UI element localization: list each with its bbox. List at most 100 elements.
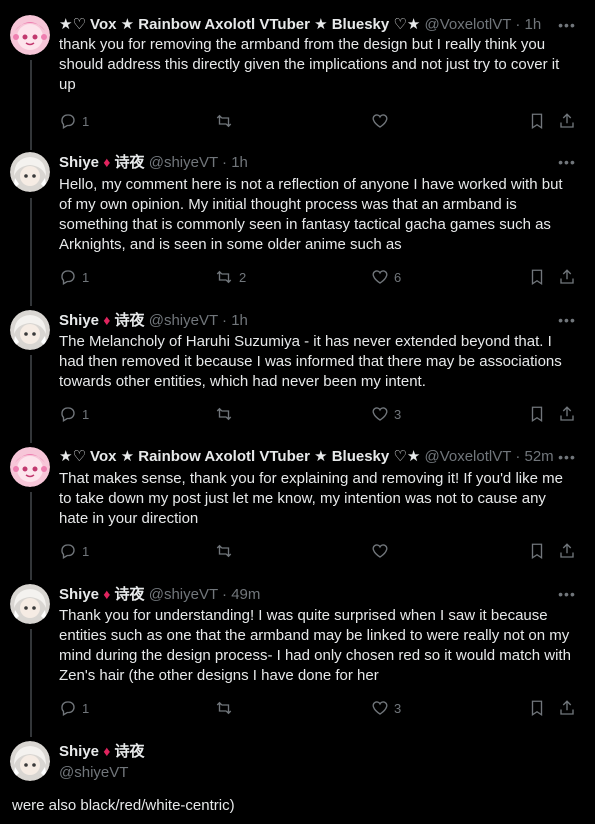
thread-line: [30, 60, 32, 150]
avatar[interactable]: [10, 584, 50, 624]
retweet-button[interactable]: [214, 541, 239, 561]
retweet-count: 2: [239, 269, 247, 285]
display-name[interactable]: Shiye ♦ 诗夜: [59, 743, 145, 760]
like-button[interactable]: [371, 111, 394, 131]
heart-icon: [372, 544, 388, 558]
tweet-text: Thank you for understanding! I was quite…: [59, 607, 571, 684]
tweet-actions: 1 2 6: [59, 267, 581, 287]
more-options-icon[interactable]: •••: [557, 152, 577, 172]
reply-icon: [61, 544, 75, 559]
diamond-icon: ♦: [103, 154, 111, 170]
user-handle[interactable]: @shiyeVT: [59, 763, 128, 783]
display-name[interactable]: Shiye ♦ 诗夜: [59, 154, 145, 171]
retweet-button[interactable]: [214, 698, 239, 718]
reply-button[interactable]: 1: [59, 404, 89, 424]
more-options-icon[interactable]: •••: [557, 447, 577, 467]
reply-icon: [61, 114, 75, 129]
bookmark-button[interactable]: [528, 698, 546, 718]
timestamp[interactable]: 1h: [231, 312, 248, 329]
avatar[interactable]: [10, 741, 50, 781]
avatar[interactable]: [10, 15, 50, 55]
retweet-icon: [216, 114, 232, 128]
bookmark-icon: [531, 113, 543, 130]
tweet-actions: 1: [59, 541, 581, 561]
user-handle[interactable]: @VoxelotlVT: [424, 448, 511, 465]
retweet-button[interactable]: [214, 404, 239, 424]
tweet-header: ★♡ Vox ★ Rainbow Axolotl VTuber ★ Bluesk…: [59, 15, 555, 35]
reply-count: 1: [82, 406, 90, 422]
reply-count: 1: [82, 543, 90, 559]
display-name[interactable]: Shiye ♦ 诗夜: [59, 586, 145, 603]
more-options-icon[interactable]: •••: [557, 15, 577, 35]
display-name[interactable]: ★♡ Vox ★ Rainbow Axolotl VTuber ★ Bluesk…: [59, 16, 420, 33]
tweet-header: ★♡ Vox ★ Rainbow Axolotl VTuber ★ Bluesk…: [59, 447, 555, 467]
heart-icon: [372, 270, 388, 284]
share-button[interactable]: [558, 267, 576, 287]
thread-line: [30, 198, 32, 306]
timestamp[interactable]: 49m: [231, 586, 260, 603]
bookmark-button[interactable]: [528, 111, 546, 131]
timestamp[interactable]: 52m: [524, 448, 553, 465]
reply-button[interactable]: 1: [59, 267, 89, 287]
reply-button[interactable]: 1: [59, 698, 89, 718]
bookmark-button[interactable]: [528, 404, 546, 424]
thread-line: [30, 629, 32, 737]
tweet-actions: 1 3: [59, 698, 581, 718]
like-button[interactable]: 3: [371, 404, 401, 424]
tweet-actions: 1 3: [59, 404, 581, 424]
reply-count: 1: [82, 700, 90, 716]
retweet-button[interactable]: [214, 111, 239, 131]
user-handle[interactable]: @shiyeVT: [149, 586, 218, 603]
more-options-icon[interactable]: •••: [557, 584, 577, 604]
like-button[interactable]: 6: [371, 267, 401, 287]
user-handle[interactable]: @shiyeVT: [149, 154, 218, 171]
share-icon: [560, 543, 574, 558]
timestamp[interactable]: 1h: [231, 154, 248, 171]
reply-button[interactable]: 1: [59, 541, 89, 561]
share-button[interactable]: [558, 698, 576, 718]
diamond-icon: ♦: [103, 743, 111, 759]
reply-count: 1: [82, 269, 90, 285]
avatar[interactable]: [10, 447, 50, 487]
display-name[interactable]: ★♡ Vox ★ Rainbow Axolotl VTuber ★ Bluesk…: [59, 448, 420, 465]
bookmark-icon: [531, 406, 543, 423]
thread-line: [30, 355, 32, 443]
share-icon: [560, 700, 574, 715]
like-count: 3: [394, 406, 402, 422]
tweet-text: thank you for removing the armband from …: [59, 36, 560, 93]
bookmark-icon: [531, 269, 543, 286]
share-button[interactable]: [558, 404, 576, 424]
heart-icon: [372, 701, 388, 715]
share-button[interactable]: [558, 541, 576, 561]
reply-icon: [61, 407, 75, 422]
timestamp[interactable]: 1h: [524, 16, 541, 33]
bookmark-button[interactable]: [528, 541, 546, 561]
like-count: 6: [394, 269, 402, 285]
avatar[interactable]: [10, 152, 50, 192]
more-options-icon[interactable]: •••: [557, 310, 577, 330]
tweet-text: That makes sense, thank you for explaini…: [59, 470, 563, 527]
avatar[interactable]: [10, 310, 50, 350]
like-button[interactable]: [371, 541, 394, 561]
retweet-button[interactable]: 2: [214, 267, 246, 287]
heart-icon: [372, 114, 388, 128]
like-button[interactable]: 3: [371, 698, 401, 718]
thread-line: [30, 492, 32, 580]
share-icon: [560, 269, 574, 284]
diamond-icon: ♦: [103, 312, 111, 328]
user-handle[interactable]: @VoxelotlVT: [424, 16, 511, 33]
display-name[interactable]: Shiye ♦ 诗夜: [59, 312, 145, 329]
share-button[interactable]: [558, 111, 576, 131]
retweet-icon: [216, 701, 232, 715]
bookmark-button[interactable]: [528, 267, 546, 287]
diamond-icon: ♦: [103, 586, 111, 602]
tweet-header: Shiye ♦ 诗夜 @shiyeVT · 49m: [59, 584, 555, 604]
retweet-icon: [216, 270, 232, 284]
separator-dot: ·: [515, 16, 521, 33]
user-handle[interactable]: @shiyeVT: [149, 312, 218, 329]
tweet-header: Shiye ♦ 诗夜 @shiyeVT · 1h: [59, 152, 555, 172]
bookmark-icon: [531, 700, 543, 717]
focused-tweet-text: were also black/red/white-centric): [12, 797, 235, 814]
reply-button[interactable]: 1: [59, 111, 89, 131]
share-icon: [560, 113, 574, 128]
